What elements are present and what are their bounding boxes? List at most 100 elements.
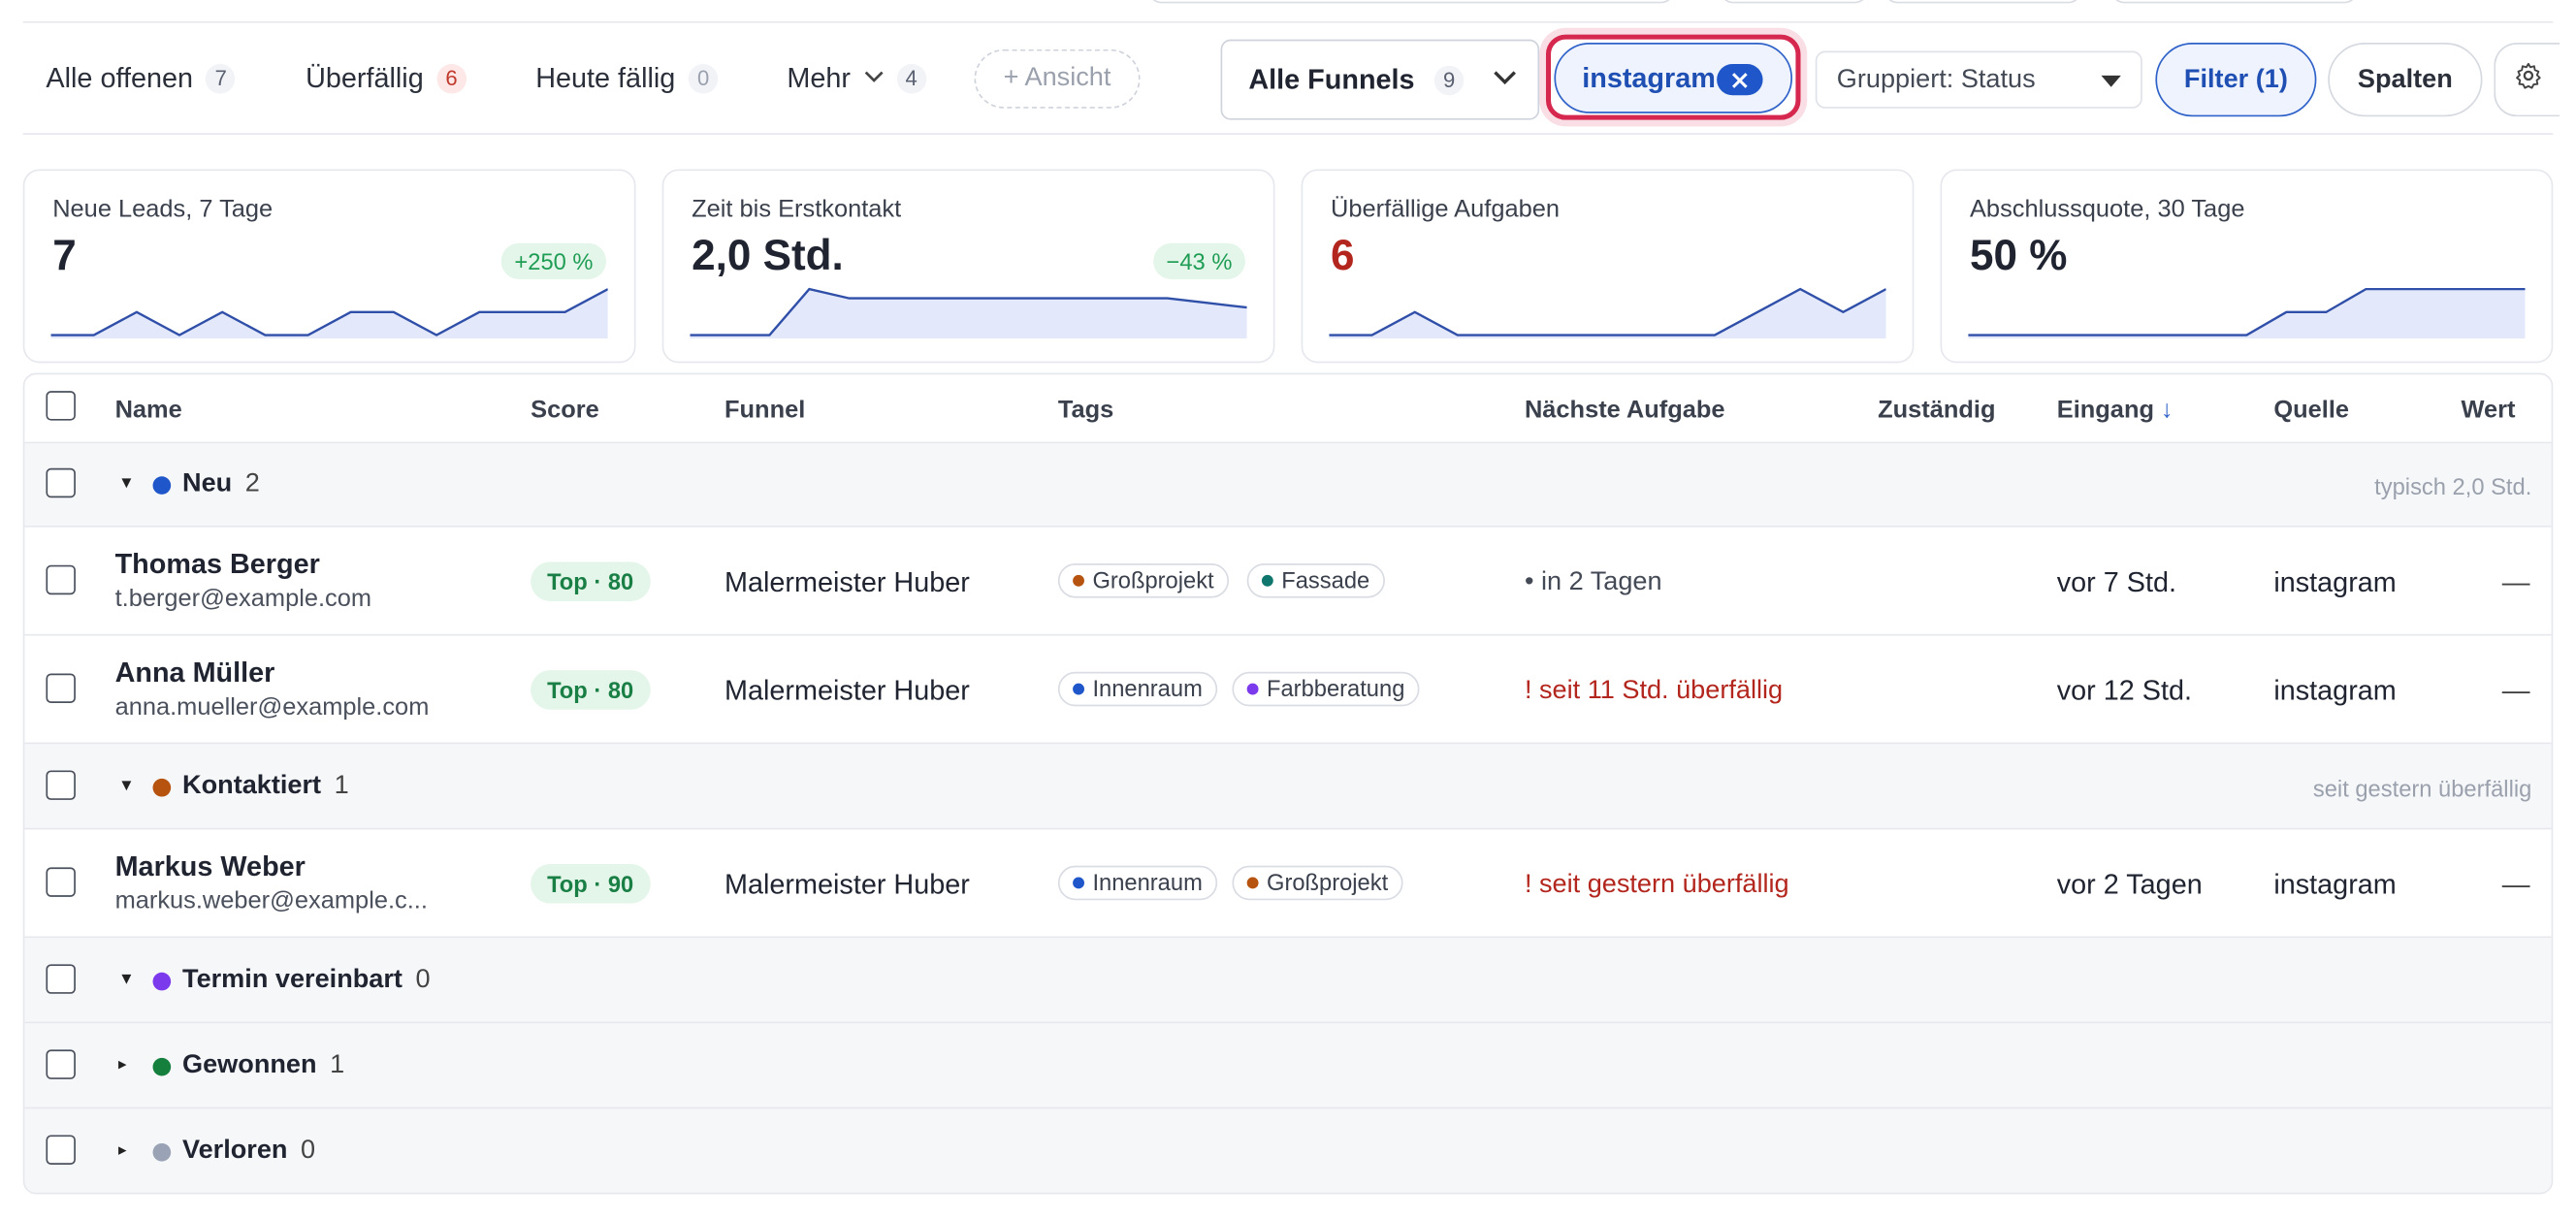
kpi-title: Neue Leads, 7 Tage <box>52 195 274 224</box>
score-badge: Top · 80 <box>531 670 651 710</box>
row-checkbox[interactable] <box>46 867 76 897</box>
tag-label: Großprojekt <box>1092 566 1214 593</box>
row-checkbox[interactable] <box>46 673 76 703</box>
select-all-checkbox[interactable] <box>46 391 76 421</box>
next-task[interactable]: • in 2 Tagen <box>1525 568 1662 597</box>
column-header-funnel[interactable]: Funnel <box>724 396 805 424</box>
kpi-value: 2,0 Std. <box>692 230 844 279</box>
search-field-cutoff[interactable] <box>1148 0 1675 4</box>
value: — <box>2501 566 2530 598</box>
view-tab-count: 4 <box>896 64 926 94</box>
funnel-select[interactable]: Alle Funnels 9 <box>1220 39 1540 120</box>
column-header-next-task[interactable]: Nächste Aufgabe <box>1525 396 1725 424</box>
kpi-card-time-to-contact[interactable]: Zeit bis Erstkontakt 2,0 Std. −43 % <box>661 169 1275 364</box>
group-row-verloren[interactable]: ▸ Verloren 0 <box>24 1108 2552 1193</box>
caret-right-icon[interactable]: ▸ <box>118 1056 127 1074</box>
column-header-owner[interactable]: Zuständig <box>1878 396 1995 424</box>
group-hint: seit gestern überfällig <box>2312 775 2532 802</box>
tag-chip[interactable]: Fassade <box>1246 563 1385 598</box>
group-checkbox[interactable] <box>46 770 76 800</box>
tag-chip[interactable]: Großprojekt <box>1057 563 1229 598</box>
caret-down-icon[interactable]: ▼ <box>118 475 135 494</box>
tag-chip[interactable]: Farbberatung <box>1232 671 1420 707</box>
top-button-cutoff[interactable] <box>1720 0 1868 4</box>
close-icon[interactable] <box>1717 64 1763 96</box>
column-header-name[interactable]: Name <box>115 396 182 424</box>
score-badge: Top · 80 <box>531 561 651 601</box>
funnel-select-count: 9 <box>1433 64 1465 95</box>
source: instagram <box>2273 566 2397 598</box>
next-task[interactable]: ! seit gestern überfällig <box>1525 871 1789 900</box>
filter-button[interactable]: Filter (1) <box>2155 43 2317 117</box>
view-tab-ueberfaellig[interactable]: Überfällig 6 <box>306 23 467 135</box>
kpi-value: 50 % <box>1969 230 2068 279</box>
view-tab-label: Heute fällig <box>535 62 676 94</box>
leads-table: Name Score Funnel Tags Nächste Aufgabe Z… <box>22 372 2554 1195</box>
app-stage: Alle offenen 7 Überfällig 6 Heute fällig… <box>0 0 2576 1217</box>
received-time: vor 7 Std. <box>2056 566 2177 598</box>
kpi-card-overdue-tasks[interactable]: Überfällige Aufgaben 6 <box>1301 169 1915 364</box>
lead-name[interactable]: Anna Müller <box>115 657 275 690</box>
columns-button[interactable]: Spalten <box>2328 43 2483 117</box>
view-tab-label: Mehr <box>787 62 851 94</box>
row-checkbox[interactable] <box>46 564 76 595</box>
group-row-termin-vereinbart[interactable]: ▼ Termin vereinbart 0 <box>24 938 2552 1024</box>
top-button-cutoff[interactable] <box>1884 0 2082 4</box>
group-by-select[interactable]: Gruppiert: Status <box>1815 50 2142 109</box>
source: instagram <box>2273 869 2397 901</box>
table-row[interactable]: Thomas Berger t.berger@example.com Top ·… <box>24 527 2552 636</box>
view-tab-mehr[interactable]: Mehr 4 <box>787 23 926 135</box>
tag-label: Innenraum <box>1092 869 1203 896</box>
group-count: 1 <box>334 772 349 800</box>
group-checkbox[interactable] <box>46 467 76 498</box>
settings-button[interactable] <box>2494 43 2560 117</box>
column-header-source[interactable]: Quelle <box>2273 396 2349 424</box>
status-dot <box>152 1142 172 1162</box>
group-row-gewonnen[interactable]: ▸ Gewonnen 1 <box>24 1023 2552 1109</box>
group-count: 2 <box>244 469 260 498</box>
tag-dot <box>1246 683 1259 695</box>
column-header-received[interactable]: Eingang ↓ <box>2057 396 2174 424</box>
view-tab-count: 6 <box>436 64 467 94</box>
tag-chip[interactable]: Großprojekt <box>1232 865 1403 901</box>
source: instagram <box>2273 675 2397 707</box>
group-label: Termin vereinbart <box>182 966 402 994</box>
view-tab-label: Überfällig <box>306 62 424 94</box>
tag-dot <box>1261 574 1273 587</box>
funnel-name: Malermeister Huber <box>724 675 970 707</box>
lead-email: anna.mueller@example.com <box>114 692 430 721</box>
group-checkbox[interactable] <box>46 964 76 994</box>
caret-down-icon[interactable]: ▼ <box>118 971 135 989</box>
filter-chip-instagram[interactable]: instagram <box>1554 43 1793 113</box>
lead-name[interactable]: Thomas Berger <box>115 549 320 582</box>
group-checkbox[interactable] <box>46 1135 76 1165</box>
add-view-button[interactable]: + Ansicht <box>974 48 1141 109</box>
top-button-cutoff[interactable] <box>2110 0 2358 4</box>
tag-dot <box>1073 574 1084 587</box>
sparkline <box>1968 287 2526 338</box>
group-checkbox[interactable] <box>46 1049 76 1079</box>
group-row-kontaktiert[interactable]: ▼ Kontaktiert 1 seit gestern überfällig <box>24 744 2552 830</box>
kpi-card-close-rate[interactable]: Abschlussquote, 30 Tage 50 % <box>1940 169 2554 364</box>
view-tab-alle-offenen[interactable]: Alle offenen 7 <box>46 23 237 135</box>
lead-name[interactable]: Markus Weber <box>115 850 306 883</box>
next-task[interactable]: ! seit 11 Std. überfällig <box>1525 677 1783 706</box>
kpi-card-new-leads[interactable]: Neue Leads, 7 Tage 7 +250 % <box>22 169 636 364</box>
view-tab-heute-faellig[interactable]: Heute fällig 0 <box>535 23 719 135</box>
column-header-value[interactable]: Wert <box>2461 396 2515 424</box>
column-header-score[interactable]: Score <box>531 396 599 424</box>
kpi-title: Überfällige Aufgaben <box>1331 195 1560 224</box>
tag-chip[interactable]: Innenraum <box>1057 865 1218 901</box>
table-row[interactable]: Anna Müller anna.mueller@example.com Top… <box>24 635 2552 745</box>
lead-email: markus.weber@example.c... <box>114 886 428 915</box>
top-strip <box>22 0 2554 23</box>
caret-down-icon[interactable]: ▼ <box>118 777 135 795</box>
caret-right-icon[interactable]: ▸ <box>118 1141 127 1160</box>
table-row[interactable]: Markus Weber markus.weber@example.c... T… <box>24 829 2552 939</box>
received-time: vor 12 Std. <box>2056 675 2193 707</box>
tag-chip[interactable]: Innenraum <box>1057 671 1218 707</box>
kpi-value: 7 <box>52 230 77 279</box>
column-header-tags[interactable]: Tags <box>1058 396 1113 424</box>
score-badge: Top · 90 <box>531 863 651 904</box>
group-row-neu[interactable]: ▼ Neu 2 typisch 2,0 Std. <box>24 443 2552 528</box>
